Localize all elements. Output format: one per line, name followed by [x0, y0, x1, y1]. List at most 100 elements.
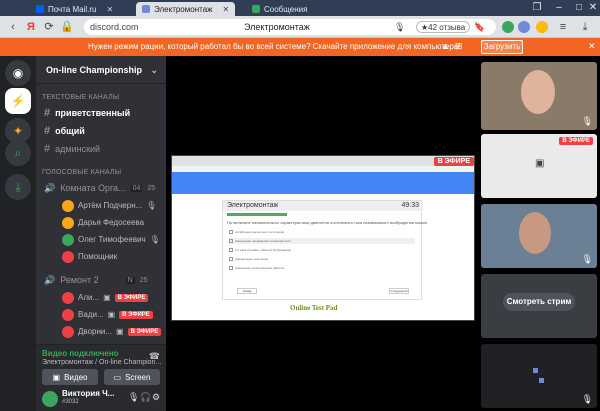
stream-tile[interactable]: В ЭФИРЕ ▣ [481, 134, 597, 198]
close-icon[interactable]: ✕ [106, 5, 113, 14]
voice-user[interactable]: Помощник [62, 250, 117, 263]
test-timer: 49:33 [401, 202, 419, 209]
restore-icon[interactable]: ❐ [530, 1, 544, 15]
voice-status: Видео подключено [42, 349, 119, 358]
close-icon[interactable]: ✕ [588, 41, 596, 52]
user-name: Вади... [78, 310, 104, 319]
voice-user[interactable]: Вади... ▣ В ЭФИРЕ [62, 308, 153, 321]
category-voice-channels[interactable]: ГОЛОСОВЫЕ КАНАЛЫ [42, 169, 121, 176]
avatar [62, 250, 74, 263]
test-title: Электромонтаж [227, 202, 279, 209]
user-name: Артём Подчерн... [78, 201, 143, 210]
yandex-icon[interactable]: Я [24, 20, 38, 34]
user-name: Виктория Ч... [62, 389, 115, 398]
live-badge: В ЭФИРЕ [119, 310, 153, 319]
category-text-channels[interactable]: ТЕКСТОВЫЕ КАНАЛЫ [42, 94, 119, 101]
screen-share-button[interactable]: ▭ Screen [104, 369, 160, 385]
download-button[interactable]: Загрузить [481, 40, 523, 54]
video-button[interactable]: ▣ Видео [42, 369, 98, 385]
page-title: Электромонтаж [244, 22, 310, 32]
video-tile[interactable]: 🎙 [481, 344, 597, 408]
next-button: Следующий [389, 288, 409, 294]
bookmark-icon[interactable]: 🔖 [474, 22, 485, 33]
stream-tile[interactable]: Смотреть стрим [481, 274, 597, 338]
channel-welcome[interactable]: # приветственный [44, 106, 130, 120]
maximize-icon[interactable]: □ [572, 1, 586, 15]
voice-channel-repair[interactable]: 🔊 Ремонт 2 N 25 [44, 273, 147, 287]
channel-admin[interactable]: # админский [44, 142, 100, 156]
mail-icon [36, 5, 44, 13]
chevron-down-icon[interactable]: ⌄ [150, 65, 158, 76]
stream-view[interactable]: В ЭФИРЕ Электромонтаж 49:33 По величине … [171, 155, 475, 321]
download-apps-icon[interactable]: ⤓ [5, 174, 31, 200]
user-limit: 25 [147, 184, 156, 192]
search-icon[interactable]: ⌕ [5, 140, 31, 166]
tab-mail[interactable]: Почта Mail.ru ✕ [30, 2, 119, 16]
menu-icon[interactable]: ≡ [556, 20, 570, 34]
hash-icon: # [44, 107, 51, 119]
discord-ext-icon[interactable] [518, 21, 530, 33]
refresh-icon[interactable]: ⟳ [42, 20, 56, 34]
download-icon[interactable]: ⤓ [578, 20, 592, 34]
windows-icon: ⊞ [454, 41, 463, 51]
avatar [62, 233, 74, 246]
url-input[interactable]: discord.com Электромонтаж 🎙 ★42 отзыва 🔖 [84, 19, 496, 35]
android-icon: ▲ [441, 41, 450, 51]
avatar[interactable] [42, 391, 58, 407]
channel-general[interactable]: # общий [44, 124, 85, 138]
video-tile[interactable]: 🎙 [481, 204, 597, 268]
avatar [62, 325, 74, 338]
live-badge: В ЭФИРЕ [127, 327, 162, 336]
voice-user[interactable]: Дарья Федосеева [62, 216, 144, 229]
voice-user[interactable]: Али... ▣ В ЭФИРЕ [62, 291, 149, 304]
voice-user[interactable]: Дворни... ▣ В ЭФИРЕ [62, 325, 162, 338]
mic-muted-icon[interactable]: 🎙 [128, 392, 139, 403]
channel-sidebar: On-line Championship ⌄ ТЕКСТОВЫЕ КАНАЛЫ … [36, 56, 166, 411]
checkbox-icon [229, 239, 233, 243]
avatar [62, 199, 74, 212]
checkbox-icon [229, 230, 233, 234]
answer-option: ослабление магнитного поля якоря [229, 229, 415, 235]
voice-channel-org[interactable]: 🔊 Комната Орга... 04 25 [44, 181, 155, 195]
reviews-badge[interactable]: ★42 отзыва [416, 21, 471, 33]
voice-user[interactable]: Олег Тимофеевич 🎙 [62, 233, 160, 246]
video-icon: ▣ [107, 310, 116, 319]
answer-option: повышение напряжения питающей сети [229, 238, 415, 244]
disconnect-icon[interactable]: ☎ [149, 351, 160, 362]
check-icon[interactable] [502, 21, 514, 33]
tab-discord[interactable]: Электромонтаж ✕ [136, 2, 236, 16]
close-icon[interactable]: ✕ [223, 5, 230, 14]
placeholder-dot [533, 368, 538, 373]
minimize-icon[interactable]: – [552, 1, 566, 15]
headphones-icon[interactable]: 🎧 [140, 392, 151, 403]
video-tile[interactable]: 🎙 [481, 62, 597, 130]
close-window-icon[interactable]: ✕ [586, 1, 600, 15]
camera-icon: ▣ [52, 372, 61, 382]
live-badge: В ЭФИРЕ [433, 157, 474, 166]
user-panel: Виктория Ч... #3032 🎙 🎧 ⚙ [36, 386, 166, 411]
tab-messages[interactable]: Сообщения [246, 2, 313, 16]
mic-muted-icon: 🎙 [146, 201, 157, 210]
server-icon-active[interactable]: ⚡ [5, 88, 31, 114]
option-label: изменение сопротивления обмоток [235, 266, 285, 270]
voice-user[interactable]: Артём Подчерн... 🎙 [62, 199, 156, 212]
test-card: Электромонтаж 49:33 По величине механиче… [222, 200, 427, 300]
voice-channel-path[interactable]: Электромонтаж / On-line Champion... [42, 359, 161, 366]
avatar [62, 291, 74, 304]
participants-column: 🎙 В ЭФИРЕ ▣ 🎙 Смотреть стрим 🎙 [478, 56, 600, 411]
server-header[interactable]: On-line Championship ⌄ [36, 56, 166, 84]
back-icon[interactable]: ‹ [6, 20, 20, 34]
participant-face [519, 212, 551, 254]
watch-stream-button[interactable]: Смотреть стрим [503, 293, 575, 311]
tab-label: Электромонтаж [154, 4, 213, 14]
extension-icon[interactable] [536, 21, 548, 33]
gear-icon[interactable]: ⚙ [152, 392, 160, 403]
microphone-icon[interactable]: 🎙 [394, 22, 405, 33]
banner-text: Нужен режим рации, который работал бы во… [88, 42, 461, 51]
discord-home-icon[interactable]: ◉ [5, 60, 31, 86]
placeholder-dot [539, 378, 544, 383]
voice-connection-panel: Видео подключено Электромонтаж / On-line… [36, 344, 166, 386]
speaker-icon: 🔊 [44, 182, 56, 193]
user-name: Дарья Федосеева [78, 218, 145, 227]
option-label: уменьшение тока якоря [235, 257, 269, 261]
